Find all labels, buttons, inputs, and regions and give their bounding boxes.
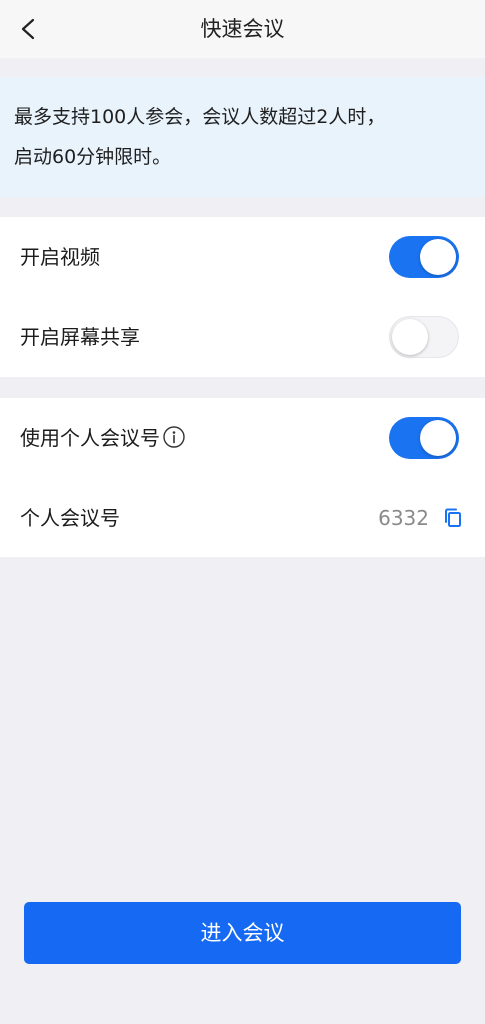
use-personal-id-label: 使用个人会议号: [20, 398, 185, 478]
screen-share-toggle[interactable]: [389, 316, 459, 358]
screen-share-label: 开启屏幕共享: [20, 325, 140, 349]
enter-meeting-button[interactable]: 进入会议: [24, 902, 461, 964]
notice-line-2: 启动60分钟限时。: [14, 146, 172, 168]
meeting-id-value: 6332: [378, 506, 429, 530]
use-personal-id-row: 使用个人会议号: [0, 398, 485, 478]
toggle-knob: [420, 420, 456, 456]
meeting-id-label: 个人会议号: [20, 506, 120, 530]
page-title: 快速会议: [200, 17, 285, 41]
video-toggle[interactable]: [389, 236, 459, 278]
video-setting-row: 开启视频: [0, 217, 485, 297]
toggle-knob: [392, 319, 428, 355]
meeting-limit-notice: 最多支持100人参会，会议人数超过2人时， 启动60分钟限时。: [0, 77, 485, 197]
personal-id-toggle[interactable]: [389, 417, 459, 459]
info-icon[interactable]: [163, 426, 185, 448]
toggle-knob: [420, 239, 456, 275]
notice-line-1: 最多支持100人参会，会议人数超过2人时，: [14, 106, 386, 128]
video-setting-label: 开启视频: [20, 245, 100, 269]
use-personal-id-text: 使用个人会议号: [20, 426, 160, 450]
meeting-id-row: 个人会议号 6332: [0, 478, 485, 558]
personal-meeting-card: 使用个人会议号 个人会议号 6332: [0, 398, 485, 557]
copy-icon[interactable]: [443, 507, 463, 529]
media-settings-card: 开启视频 开启屏幕共享: [0, 217, 485, 377]
screen-share-setting-row: 开启屏幕共享: [0, 297, 485, 377]
navigation-bar: 快速会议: [0, 0, 485, 58]
